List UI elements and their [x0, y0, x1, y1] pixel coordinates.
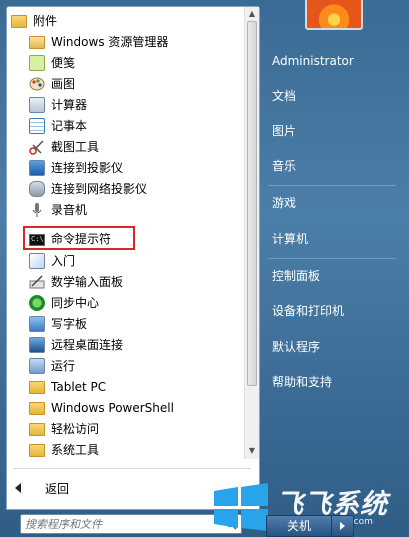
back-button[interactable]: 返回 [15, 477, 69, 499]
program-item-explorer[interactable]: Windows 资源管理器 [29, 31, 243, 52]
snipping-tool-icon [29, 139, 45, 155]
shutdown-options-button[interactable] [332, 515, 354, 537]
program-item-network-projector[interactable]: 连接到网络投影仪 [29, 178, 243, 199]
right-item-computer[interactable]: 计算机 [272, 229, 308, 249]
scroll-down-icon[interactable]: ▼ [245, 444, 259, 458]
right-item-user[interactable]: Administrator [272, 51, 354, 71]
folder-icon [29, 421, 45, 437]
program-label: 写字板 [51, 317, 88, 331]
scroll-up-icon[interactable]: ▲ [245, 7, 259, 21]
scrollbar-thumb[interactable] [247, 21, 257, 386]
program-label: 画图 [51, 77, 76, 91]
program-item-wordpad[interactable]: 写字板 [29, 313, 243, 334]
right-item-music[interactable]: 音乐 [272, 156, 296, 176]
folder-open-icon [11, 13, 27, 29]
folder-icon [29, 442, 45, 458]
right-item-devices-printers[interactable]: 设备和打印机 [272, 301, 344, 321]
right-item-pictures[interactable]: 图片 [272, 121, 296, 141]
divider [268, 185, 396, 186]
divider [13, 468, 251, 469]
folder-accessories[interactable]: 附件 [11, 10, 243, 31]
wordpad-icon [29, 315, 45, 332]
back-arrow-icon [15, 483, 21, 493]
program-item-sticky-notes[interactable]: 便笺 [29, 52, 243, 73]
folder-windows-powershell[interactable]: Windows PowerShell [29, 397, 243, 418]
run-icon [29, 357, 45, 374]
program-item-notepad[interactable]: 记事本 [29, 115, 243, 136]
folder-icon [29, 379, 45, 395]
search-input[interactable] [25, 516, 215, 532]
program-label: 截图工具 [51, 140, 100, 154]
right-item-games[interactable]: 游戏 [272, 193, 296, 213]
program-label: 数学输入面板 [51, 275, 124, 289]
folder-tablet-pc[interactable]: Tablet PC [29, 376, 243, 397]
right-item-control-panel[interactable]: 控制面板 [272, 266, 320, 286]
remote-desktop-icon [29, 336, 45, 353]
back-label: 返回 [45, 481, 70, 496]
program-label: 远程桌面连接 [51, 338, 124, 352]
program-item-projector[interactable]: 连接到投影仪 [29, 157, 243, 178]
network-projector-icon [29, 180, 45, 197]
program-item-sync-center[interactable]: 同步中心 [29, 292, 243, 313]
divider [268, 258, 396, 259]
program-label: 连接到网络投影仪 [51, 182, 148, 196]
search-box[interactable] [20, 514, 242, 534]
program-item-command-prompt[interactable]: C:\ 命令提示符 [29, 228, 243, 249]
folder-icon [29, 400, 45, 416]
folder-label: 系统工具 [51, 443, 100, 457]
user-avatar[interactable] [305, 0, 363, 30]
notepad-icon [29, 117, 45, 134]
program-item-snipping-tool[interactable]: 截图工具 [29, 136, 243, 157]
program-label: 入门 [51, 254, 76, 268]
program-label: 便笺 [51, 56, 76, 70]
program-item-run[interactable]: 运行 [29, 355, 243, 376]
program-label: 录音机 [51, 203, 88, 217]
programs-list: 附件 Windows 资源管理器 便笺 画图 计算器 记事本 截图工具 连接到投… [7, 7, 243, 459]
chevron-right-icon [340, 522, 345, 530]
program-label: 计算器 [51, 98, 88, 112]
program-item-getting-started[interactable]: 入门 [29, 250, 243, 271]
program-item-math-input[interactable]: 数学输入面板 [29, 271, 243, 292]
program-item-paint[interactable]: 画图 [29, 73, 243, 94]
program-item-sound-recorder[interactable]: 录音机 [29, 199, 243, 220]
program-label: 命令提示符 [51, 232, 112, 246]
program-item-calculator[interactable]: 计算器 [29, 94, 243, 115]
program-label: 同步中心 [51, 296, 100, 310]
watermark-logo-icon [212, 483, 270, 531]
folder-ease-of-access[interactable]: 轻松访问 [29, 418, 243, 439]
right-item-help-support[interactable]: 帮助和支持 [272, 372, 332, 392]
program-label: 记事本 [51, 119, 88, 133]
right-item-default-programs[interactable]: 默认程序 [272, 337, 320, 357]
shutdown-button[interactable]: 关机 [266, 515, 332, 537]
projector-icon [29, 159, 45, 176]
program-label: 运行 [51, 359, 76, 373]
sync-center-icon [29, 294, 45, 311]
folder-label: 附件 [33, 14, 58, 28]
right-item-documents[interactable]: 文档 [272, 86, 296, 106]
getting-started-icon [29, 252, 45, 269]
folder-label: Tablet PC [51, 379, 107, 394]
folder-label: 轻松访问 [51, 422, 100, 436]
calculator-icon [29, 96, 45, 113]
program-label: 连接到投影仪 [51, 161, 124, 175]
start-menu: 附件 Windows 资源管理器 便笺 画图 计算器 记事本 截图工具 连接到投… [0, 0, 409, 537]
sound-recorder-icon [29, 202, 45, 218]
math-input-icon [29, 274, 45, 290]
folder-system-tools[interactable]: 系统工具 [29, 439, 243, 459]
command-prompt-icon: C:\ [29, 233, 45, 246]
explorer-icon [29, 34, 45, 50]
programs-panel: 附件 Windows 资源管理器 便笺 画图 计算器 记事本 截图工具 连接到投… [6, 6, 260, 510]
programs-scrollbar[interactable]: ▲ ▼ [244, 7, 259, 459]
sticky-notes-icon [29, 54, 45, 71]
program-item-remote-desktop[interactable]: 远程桌面连接 [29, 334, 243, 355]
program-label: Windows 资源管理器 [51, 35, 169, 49]
folder-label: Windows PowerShell [51, 400, 174, 415]
paint-icon [29, 76, 45, 92]
